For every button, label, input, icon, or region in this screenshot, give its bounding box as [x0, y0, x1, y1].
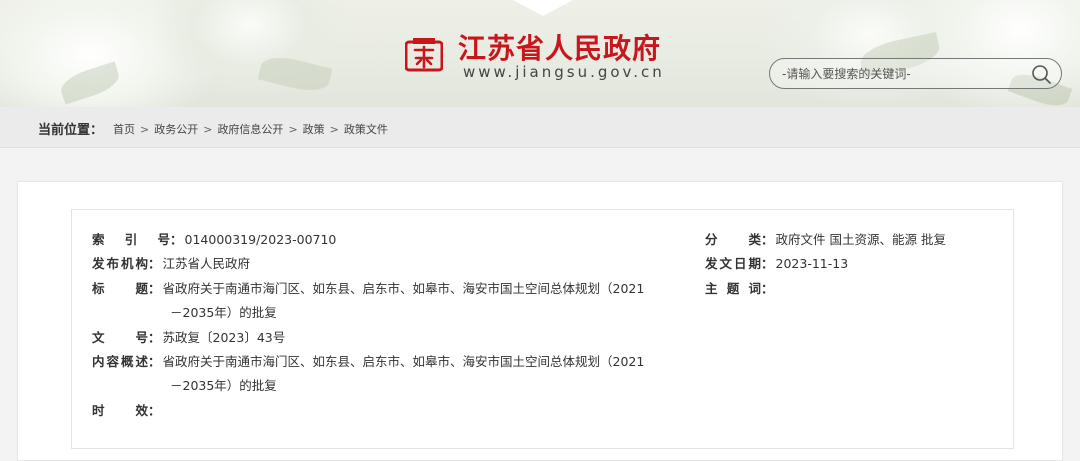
search-box[interactable] [769, 58, 1062, 89]
meta-doc-no: 文 号： 苏政复〔2023〕43号 [92, 330, 286, 345]
breadcrumb: 首页 > 政务公开 > 政府信息公开 > 政策 > 政策文件 [113, 123, 388, 136]
government-emblem-icon [405, 38, 443, 72]
breadcrumb-gov-info[interactable]: 政府信息公开 [217, 123, 283, 136]
breadcrumb-home[interactable]: 首页 [113, 123, 135, 136]
meta-title-line2: －2035年）的批复 [170, 305, 277, 320]
document-meta-table: 索 引 号： 014000319/2023-00710 分 类： 政府文件 国土资源… [71, 209, 1014, 449]
meta-issuer: 发布机构： 江苏省人民政府 [92, 256, 251, 271]
search-input[interactable] [782, 64, 1022, 84]
site-url[interactable]: www.jiangsu.gov.cn [463, 63, 665, 81]
meta-index-no: 索 引 号： 014000319/2023-00710 [92, 232, 337, 247]
meta-title: 标 题： 省政府关于南通市海门区、如东县、启东市、如皋市、海安市国土空间总体规划（… [92, 281, 645, 296]
breadcrumb-policy-docs[interactable]: 政策文件 [344, 123, 388, 136]
meta-category: 分 类： 政府文件 国土资源、能源 批复 [705, 232, 946, 247]
header-banner: 江苏省人民政府 www.jiangsu.gov.cn [0, 0, 1080, 107]
site-title[interactable]: 江苏省人民政府 [458, 27, 661, 67]
breadcrumb-policy[interactable]: 政策 [303, 123, 325, 136]
content-panel: 索 引 号： 014000319/2023-00710 分 类： 政府文件 国土资源… [17, 181, 1063, 461]
meta-validity: 时 效： [92, 403, 161, 418]
meta-summary-line2: －2035年）的批复 [170, 378, 277, 393]
breadcrumb-bar: 当前位置： 首页 > 政务公开 > 政府信息公开 > 政策 > 政策文件 [0, 107, 1080, 148]
meta-summary: 内容概述： 省政府关于南通市海门区、如东县、启东市、如皋市、海安市国土空间总体规划… [92, 354, 645, 369]
breadcrumb-gov-affairs[interactable]: 政务公开 [154, 123, 198, 136]
breadcrumb-label: 当前位置： [38, 123, 104, 138]
search-icon[interactable] [1030, 63, 1052, 85]
meta-subject: 主 题 词： [705, 281, 774, 296]
meta-issue-date: 发文日期： 2023-11-13 [705, 256, 849, 271]
